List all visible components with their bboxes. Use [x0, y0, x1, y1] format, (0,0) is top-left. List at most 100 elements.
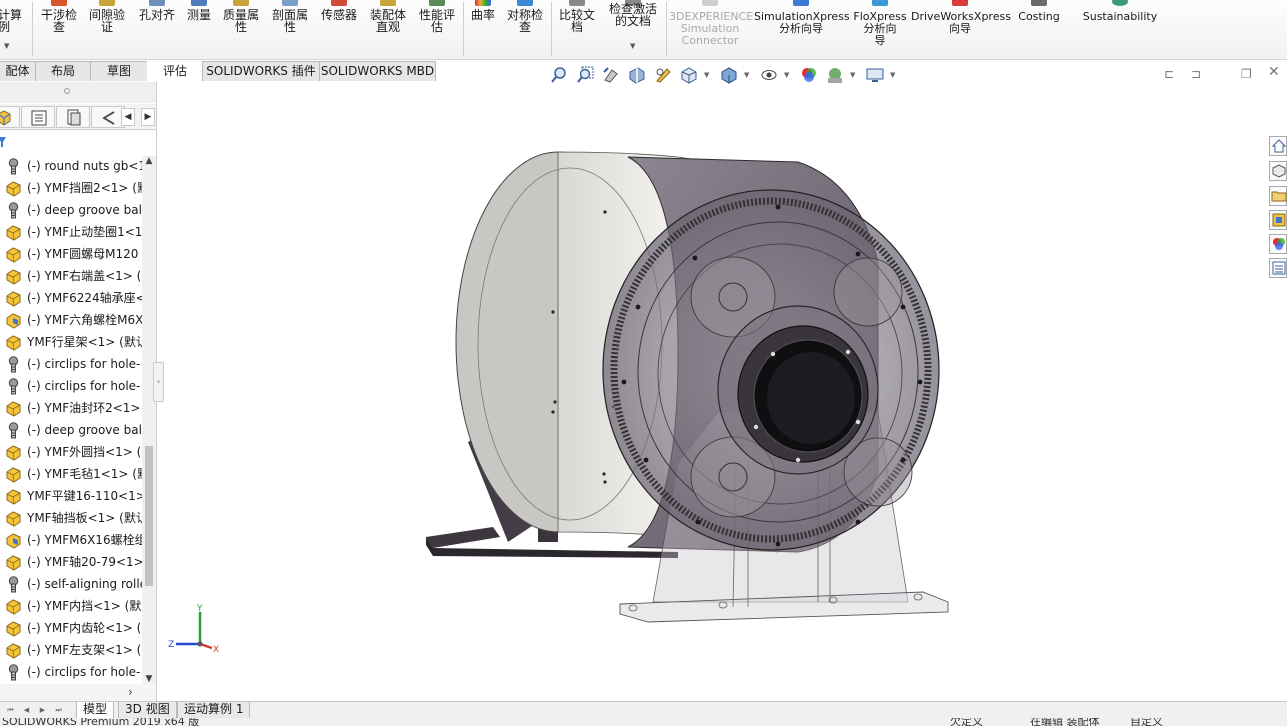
- file-explorer-icon[interactable]: [1269, 210, 1287, 230]
- tree-item[interactable]: (-) YMF圆螺母M120: [0, 244, 142, 266]
- assembly-visualization-button[interactable]: 装配体 直观: [365, 0, 411, 58]
- chevron-down-icon[interactable]: ▼: [744, 71, 749, 79]
- symmetry-icon: [517, 0, 533, 6]
- tab-assembly[interactable]: 配体: [0, 61, 36, 81]
- restore-right-icon[interactable]: ⊐: [1191, 67, 1201, 81]
- simulationxpress-button[interactable]: SimulationXpress 分析向导: [754, 0, 850, 58]
- feature-manager-panel: ◀ ▶ (-) round nuts gb<1 (-) YMF挡圈2<1> (默 (…: [0, 82, 157, 702]
- tab-layout[interactable]: 布局: [35, 61, 91, 81]
- chevron-down-icon[interactable]: ▼: [784, 71, 789, 79]
- chevron-down-icon[interactable]: ▼: [890, 71, 895, 79]
- tree-item[interactable]: (-) YMFM6X16螺栓组: [0, 530, 142, 552]
- tree-item[interactable]: (-) YMF轴20-79<1>: [0, 552, 142, 574]
- tree-item[interactable]: (-) YMF内挡<1> (默认: [0, 596, 142, 618]
- scroll-right-icon[interactable]: ›: [128, 685, 133, 699]
- tab-solidworks-mbd[interactable]: SOLIDWORKS MBD: [319, 61, 436, 81]
- property-manager-tab[interactable]: [21, 106, 55, 128]
- feature-manager-tab[interactable]: [0, 106, 20, 128]
- splitter-handle-icon[interactable]: [64, 88, 70, 94]
- tree-item[interactable]: (-) circlips for hole-: [0, 376, 142, 398]
- home-icon[interactable]: [1269, 136, 1287, 156]
- tree-item[interactable]: (-) self-aligning rolle: [0, 574, 142, 596]
- chevron-right-icon[interactable]: ▶: [141, 108, 155, 126]
- tab-model[interactable]: 模型: [76, 702, 115, 719]
- tree-item[interactable]: (-) YMF6224轴承座<: [0, 288, 142, 310]
- sensor-button[interactable]: 传感器: [316, 0, 362, 58]
- measure-button[interactable]: 测量: [182, 0, 216, 58]
- custom-properties-icon[interactable]: [1269, 258, 1287, 278]
- last-tab-icon[interactable]: ⏭: [52, 704, 65, 716]
- tree-filter-row[interactable]: [0, 131, 156, 155]
- tree-item[interactable]: (-) YMF止动垫圈1<1: [0, 222, 142, 244]
- first-tab-icon[interactable]: ⏮: [4, 704, 17, 716]
- curvature-button[interactable]: 曲率: [466, 0, 500, 58]
- close-icon[interactable]: ✕: [1268, 64, 1280, 80]
- tab-motion-study[interactable]: 运动算例 1: [177, 702, 251, 719]
- tree-item[interactable]: (-) YMF左支架<1> (默: [0, 640, 142, 662]
- section-properties-button[interactable]: 剖面属 性: [267, 0, 313, 58]
- tree-item[interactable]: (-) round nuts gb<1: [0, 156, 142, 178]
- prev-tab-icon[interactable]: ◀: [20, 704, 33, 716]
- tree-item[interactable]: (-) deep groove bal: [0, 420, 142, 442]
- chevron-down-icon[interactable]: ▼: [704, 71, 709, 79]
- tree-item[interactable]: (-) circlips for hole-: [0, 354, 142, 376]
- tree-item[interactable]: (-) YMF外圆挡<1> (默: [0, 442, 142, 464]
- part-icon: [5, 554, 22, 571]
- tree-item[interactable]: (-) YMF六角螺栓M6X: [0, 310, 142, 332]
- clearance-verify-button[interactable]: 间隙验 证: [84, 0, 130, 58]
- tree-item[interactable]: (-) YMF右端盖<1> (默: [0, 266, 142, 288]
- calc-example-button[interactable]: 计算 例 ▼: [0, 0, 30, 58]
- fastener-icon: [5, 664, 22, 681]
- tree-item[interactable]: (-) YMF油封环2<1>: [0, 398, 142, 420]
- tree-item-label: (-) YMF油封环2<1>: [27, 401, 141, 415]
- chevron-down-icon[interactable]: ▼: [850, 71, 855, 79]
- dimxpert-manager-tab[interactable]: [91, 106, 125, 128]
- panel-splitter[interactable]: [0, 82, 156, 103]
- mass-properties-button[interactable]: 质量属 性: [218, 0, 264, 58]
- tree-item-label: YMF平键16-110<1>: [27, 489, 142, 503]
- filter-icon[interactable]: [0, 135, 7, 149]
- tree-item[interactable]: YMF轴挡板<1> (默认: [0, 508, 142, 530]
- tab-3d-views[interactable]: 3D 视图: [118, 702, 177, 719]
- symmetry-check-button[interactable]: 对称检 查: [502, 0, 548, 58]
- compare-documents-button[interactable]: 比较文 档: [554, 0, 600, 58]
- tree-item[interactable]: (-) YMF挡圈2<1> (默: [0, 178, 142, 200]
- restore-left-icon[interactable]: ⊏: [1164, 67, 1174, 81]
- tree-vertical-scrollbar[interactable]: ▲ ▼: [142, 156, 156, 684]
- chevron-left-icon[interactable]: ◀: [121, 108, 135, 126]
- tree-item[interactable]: YMF平键16-110<1>: [0, 486, 142, 508]
- window-restore-icon[interactable]: ❐: [1241, 67, 1252, 81]
- scroll-up-icon[interactable]: ▲: [142, 156, 156, 166]
- tab-sketch[interactable]: 草图: [90, 61, 148, 81]
- folder-icon[interactable]: [1269, 186, 1287, 206]
- scrollbar-thumb[interactable]: [145, 446, 153, 586]
- sustainability-button[interactable]: Sustainability: [1080, 0, 1160, 58]
- costing-button[interactable]: Costing: [1012, 0, 1066, 58]
- tree-item[interactable]: (-) deep groove bal: [0, 200, 142, 222]
- ribbon-separator: [551, 2, 552, 56]
- tree-item[interactable]: YMF行星架<1> (默认: [0, 332, 142, 354]
- reference-triad[interactable]: Y X Z: [166, 600, 226, 660]
- performance-evaluation-button[interactable]: 性能评 估: [414, 0, 460, 58]
- hole-alignment-button[interactable]: 孔对齐: [134, 0, 180, 58]
- configuration-manager-tab[interactable]: [56, 106, 90, 128]
- tree-item[interactable]: (-) circlips for hole-: [0, 662, 142, 684]
- tree-horizontal-scrollbar[interactable]: ›: [0, 684, 156, 701]
- 3d-content-icon[interactable]: [1269, 161, 1287, 181]
- tree-item[interactable]: (-) YMF内齿轮<1> (默: [0, 618, 142, 640]
- next-tab-icon[interactable]: ▶: [36, 704, 49, 716]
- floxpress-button[interactable]: FloXpress 分析向 导: [851, 0, 909, 58]
- tab-evaluate[interactable]: 评估: [147, 61, 203, 81]
- chevron-down-icon[interactable]: ▼: [4, 42, 9, 50]
- tab-solidworks-addins[interactable]: SOLIDWORKS 插件: [202, 61, 320, 81]
- scroll-down-icon[interactable]: ▼: [142, 674, 156, 684]
- graphics-area[interactable]: [158, 82, 1268, 701]
- driveworksxpress-button[interactable]: DriveWorksXpress 向导: [911, 0, 1011, 58]
- chevron-down-icon[interactable]: ▼: [630, 42, 635, 50]
- interference-check-button[interactable]: 干涉检 查: [36, 0, 82, 58]
- tree-item-label: (-) YMF六角螺栓M6X: [27, 313, 142, 327]
- appearances-icon[interactable]: [1269, 234, 1287, 254]
- tree-item[interactable]: (-) YMF毛毡1<1> (默: [0, 464, 142, 486]
- check-active-document-button[interactable]: 检查激活 的文档 ▼: [603, 0, 663, 58]
- tree-item-label: (-) deep groove bal: [27, 203, 142, 217]
